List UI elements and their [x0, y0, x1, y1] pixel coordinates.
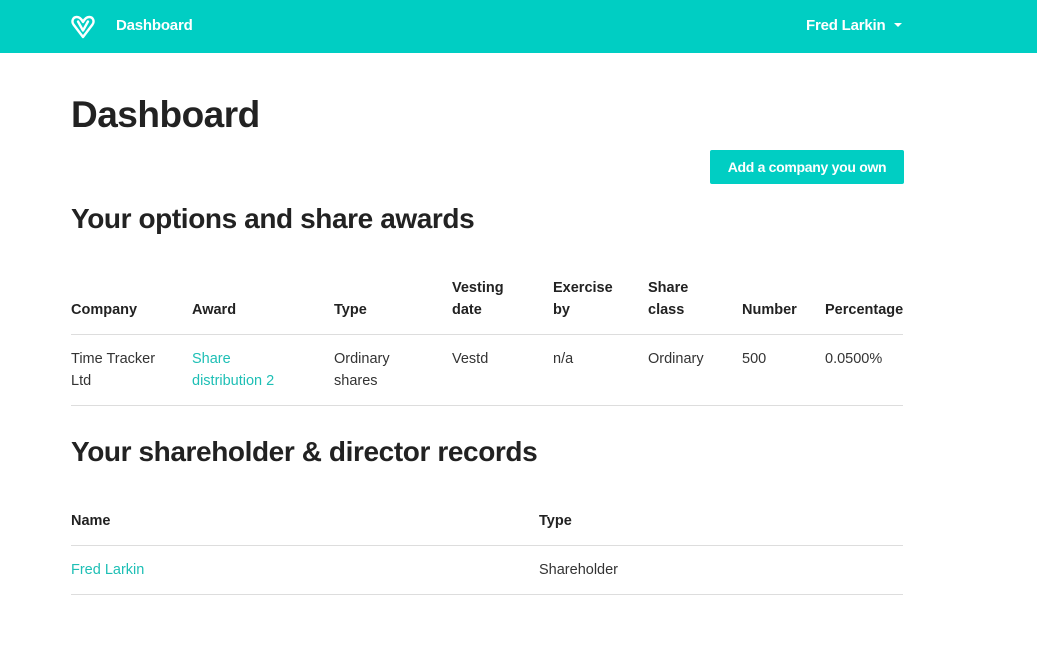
- cell-share-class: Ordinary: [648, 351, 704, 367]
- column-header-type: Type: [334, 302, 367, 318]
- cell-number: 500: [742, 351, 767, 367]
- caret-down-icon: [893, 23, 902, 27]
- row-divider: [71, 405, 903, 406]
- add-company-button[interactable]: Add a company you own: [710, 150, 904, 184]
- cell-exercise-by: n/a: [553, 351, 574, 367]
- page-title: Dashboard: [71, 94, 260, 135]
- column-header-percentage: Percentage: [825, 302, 904, 318]
- cell-percentage: 0.0500%: [825, 351, 883, 367]
- user-menu-dropdown[interactable]: Fred Larkin: [806, 17, 902, 34]
- top-navbar: Dashboard Fred Larkin: [0, 0, 1037, 53]
- column-header-record-type: Type: [539, 513, 572, 529]
- column-header-company: Company: [71, 302, 138, 318]
- header-divider: [71, 334, 903, 335]
- column-header-award: Award: [192, 302, 237, 318]
- column-header-vesting-date: Vesting date: [452, 280, 504, 318]
- cell-record-type: Shareholder: [539, 562, 618, 578]
- row-divider: [71, 594, 903, 595]
- cell-vesting-date: Vestd: [452, 351, 489, 367]
- shareholder-name-link[interactable]: Fred Larkin: [71, 559, 144, 581]
- column-header-exercise-by: Exercise by: [553, 280, 613, 318]
- cell-company: Time Tracker Ltd: [71, 351, 156, 389]
- column-header-name: Name: [71, 513, 111, 529]
- column-header-share-class: Share class: [648, 280, 689, 318]
- user-name: Fred Larkin: [806, 17, 886, 34]
- award-link[interactable]: Share distribution 2: [192, 348, 302, 392]
- column-header-number: Number: [742, 302, 797, 318]
- records-section-title: Your shareholder & director records: [71, 436, 538, 467]
- options-section-title: Your options and share awards: [71, 203, 475, 234]
- heart-v-logo-icon[interactable]: [70, 14, 96, 40]
- nav-dashboard-link[interactable]: Dashboard: [116, 17, 193, 34]
- cell-type: Ordinary shares: [334, 351, 390, 389]
- header-divider: [71, 545, 903, 546]
